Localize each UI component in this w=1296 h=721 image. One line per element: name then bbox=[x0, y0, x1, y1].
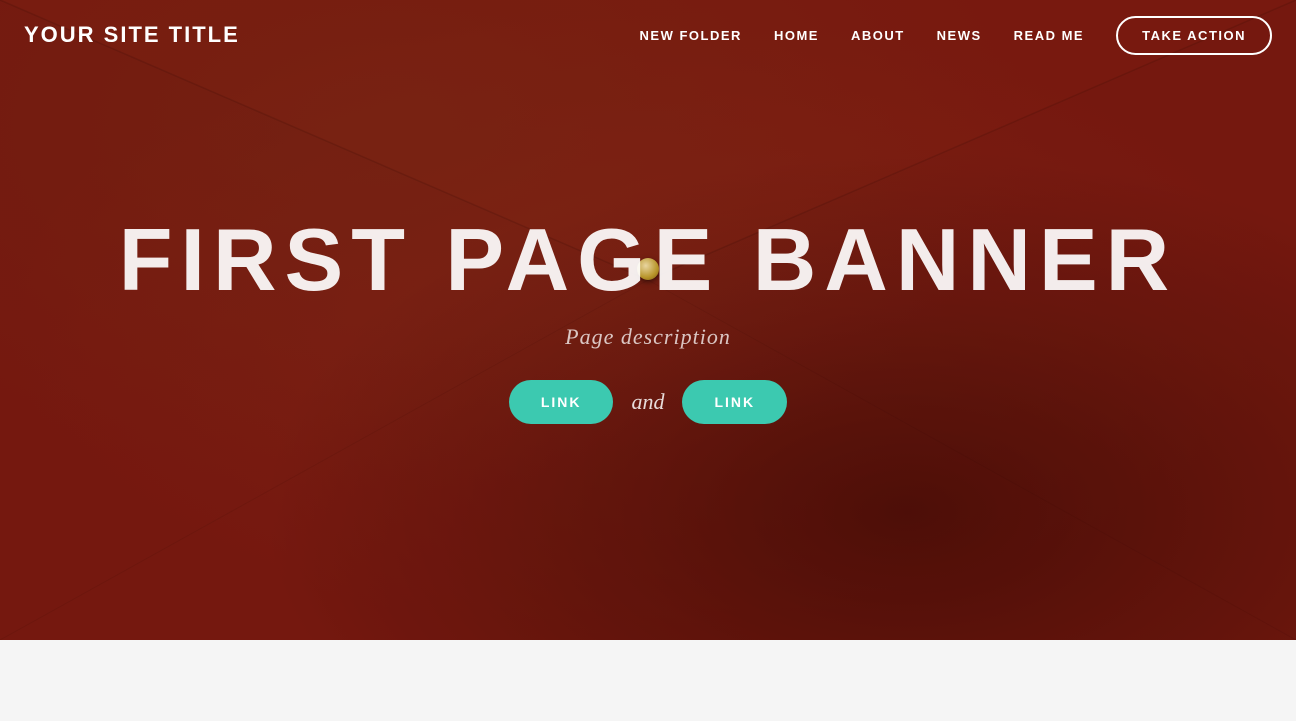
navigation: YOUR SITE TITLE NEW FOLDER HOME ABOUT NE… bbox=[0, 0, 1296, 70]
nav-link-read-me[interactable]: READ ME bbox=[1014, 28, 1084, 43]
nav-links: NEW FOLDER HOME ABOUT NEWS READ ME TAKE … bbox=[640, 16, 1272, 55]
page-description: Page description bbox=[565, 324, 731, 350]
hero-link-button-2[interactable]: LINK bbox=[682, 380, 787, 424]
hero-buttons: LINK and LINK bbox=[509, 380, 787, 424]
hero-section: FIRST PAGE BANNER Page description LINK … bbox=[0, 0, 1296, 640]
below-fold-section bbox=[0, 640, 1296, 721]
banner-title: FIRST PAGE BANNER bbox=[119, 216, 1177, 304]
nav-link-news[interactable]: NEWS bbox=[937, 28, 982, 43]
site-title: YOUR SITE TITLE bbox=[24, 22, 240, 48]
and-text: and bbox=[631, 389, 664, 415]
hero-link-button-1[interactable]: LINK bbox=[509, 380, 614, 424]
take-action-button[interactable]: TAKE ACTION bbox=[1116, 16, 1272, 55]
nav-link-about[interactable]: ABOUT bbox=[851, 28, 905, 43]
nav-link-new-folder[interactable]: NEW FOLDER bbox=[640, 28, 742, 43]
nav-link-home[interactable]: HOME bbox=[774, 28, 819, 43]
hero-content: FIRST PAGE BANNER Page description LINK … bbox=[119, 216, 1177, 424]
